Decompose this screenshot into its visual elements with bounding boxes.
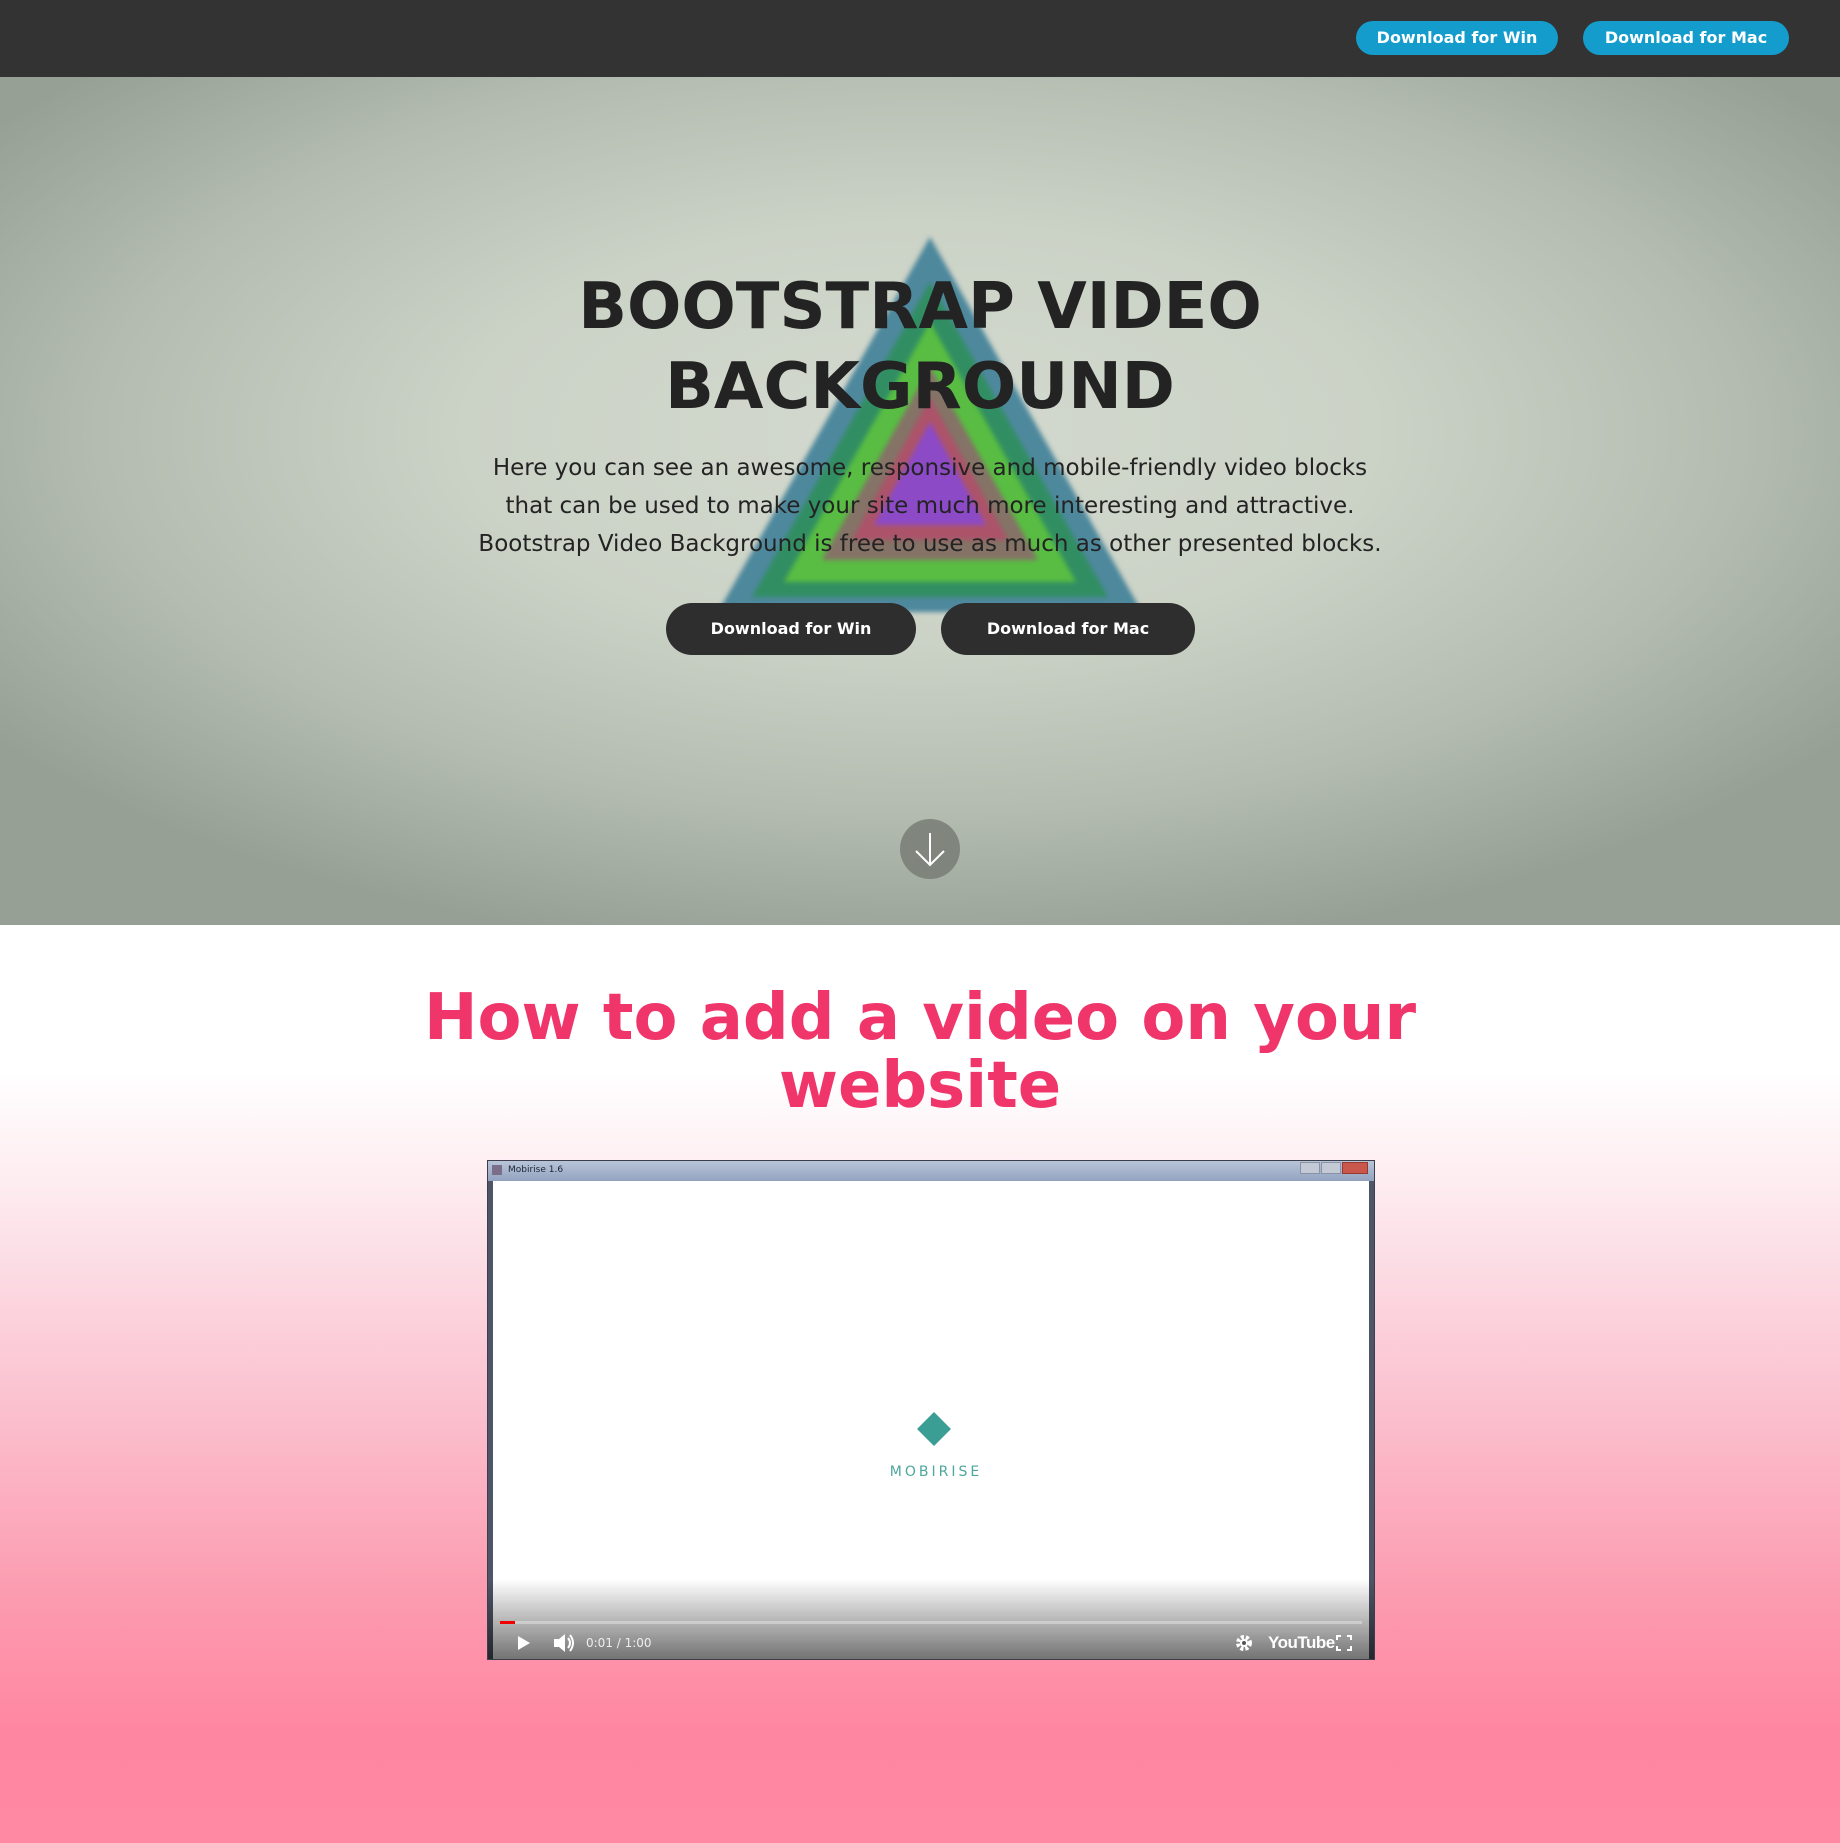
- nav-download-mac-button[interactable]: Download for Mac: [1583, 21, 1789, 55]
- hero-download-mac-button[interactable]: Download for Mac: [941, 603, 1195, 655]
- video-progress-fill: [500, 1621, 515, 1624]
- video-controls: 0:01 / 1:00 YouTube: [488, 1627, 1374, 1659]
- top-navbar: Download for Win Download for Mac: [0, 0, 1840, 77]
- section-title: How to add a video on your website: [423, 981, 1417, 1123]
- hero-description: Here you can see an awesome, responsive …: [478, 455, 1382, 557]
- minimize-icon: [1300, 1162, 1320, 1174]
- arrow-down-icon: [915, 833, 945, 867]
- scroll-down-button[interactable]: [900, 819, 960, 879]
- maximize-icon: [1321, 1162, 1341, 1174]
- fullscreen-icon[interactable]: [1333, 1627, 1355, 1659]
- window-titlebar: Mobirise 1.6: [488, 1161, 1374, 1181]
- hero-download-win-button[interactable]: Download for Win: [666, 603, 916, 655]
- play-icon[interactable]: [512, 1627, 536, 1659]
- video-time: 0:01 / 1:00: [586, 1636, 652, 1650]
- hero-section: BOOTSTRAP VIDEO BACKGROUND Here you can …: [0, 77, 1840, 925]
- video-section: How to add a video on your website Mobir…: [0, 925, 1840, 1843]
- gear-icon[interactable]: [1232, 1627, 1256, 1659]
- video-progress-bar[interactable]: [500, 1621, 1362, 1624]
- youtube-video-player[interactable]: Mobirise 1.6 MOBIRISE 0:01 / 1:00 YouTub…: [487, 1160, 1375, 1660]
- close-icon: [1342, 1162, 1368, 1174]
- volume-icon[interactable]: [550, 1627, 578, 1659]
- hero-title: BOOTSTRAP VIDEO BACKGROUND: [578, 270, 1262, 424]
- mobirise-logo-text: MOBIRISE: [889, 1464, 983, 1480]
- window-controls: [1299, 1162, 1368, 1176]
- mobirise-logo-icon: [917, 1412, 951, 1446]
- youtube-logo[interactable]: YouTube: [1268, 1627, 1335, 1659]
- window-title: Mobirise 1.6: [508, 1165, 564, 1175]
- nav-download-win-button[interactable]: Download for Win: [1356, 21, 1558, 55]
- app-icon: [492, 1165, 502, 1175]
